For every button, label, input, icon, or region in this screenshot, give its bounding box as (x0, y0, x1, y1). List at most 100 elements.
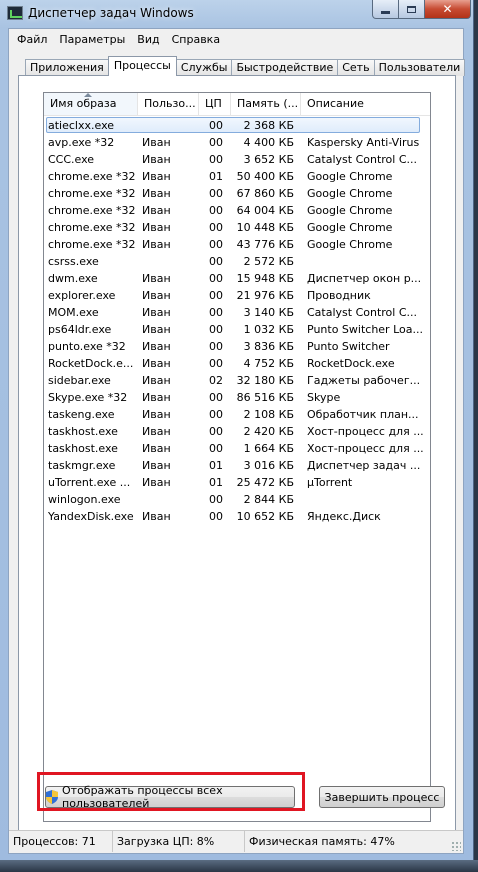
table-row[interactable]: chrome.exe *32 Иван 00 64 004 КБ Google Chro… (44, 202, 430, 219)
tab-processes[interactable]: Процессы (107, 56, 177, 76)
close-button[interactable]: ✕ (425, 0, 471, 19)
cell-mem: 32 180 КБ (236, 374, 294, 387)
table-row[interactable]: chrome.exe *32 Иван 00 43 776 КБ Google Chro… (44, 236, 430, 253)
end-process-button[interactable]: Завершить процесс (319, 786, 445, 808)
menu-file[interactable]: Файл (11, 31, 53, 48)
cell-user: Иван (142, 323, 171, 336)
cell-desc: Хост-процесс для ... (307, 425, 424, 438)
menu-help[interactable]: Справка (166, 31, 226, 48)
cell-desc: Google Chrome (307, 170, 393, 183)
table-row[interactable]: csrss.exe 00 2 572 КБ (44, 253, 430, 270)
tab-networking[interactable]: Сеть (337, 59, 375, 76)
column-description[interactable]: Описание (301, 93, 430, 115)
cell-name: chrome.exe *32 (48, 221, 136, 234)
cell-desc: Гаджеты рабочег... (307, 374, 421, 387)
minimize-button[interactable] (372, 0, 399, 19)
cell-name: csrss.exe (48, 255, 99, 268)
cell-cpu: 00 (209, 204, 223, 217)
cell-user: Иван (142, 187, 171, 200)
table-row[interactable]: punto.exe *32 Иван 00 3 836 КБ Punto Switche… (44, 338, 430, 355)
cell-desc (307, 491, 429, 508)
table-row[interactable]: avp.exe *32 Иван 00 4 400 КБ Kaspersky Anti-… (44, 134, 430, 151)
cell-desc: Яндекс.Диск (307, 510, 381, 523)
cell-name: dwm.exe (48, 272, 98, 285)
processes-panel: Имя образа Пользо... ЦП Память (... Опис… (18, 75, 456, 833)
column-user-label: Пользо... (144, 97, 196, 110)
cell-desc: Skype (307, 391, 341, 404)
table-row[interactable]: chrome.exe *32 Иван 01 50 400 КБ Google Chro… (44, 168, 430, 185)
cell-mem: 3 016 КБ (243, 459, 294, 472)
menu-view[interactable]: Вид (131, 31, 165, 48)
table-row[interactable]: dwm.exe Иван 00 15 948 КБ Диспетчер окон р..… (44, 270, 430, 287)
cell-mem: 3 836 КБ (243, 340, 294, 353)
column-image-name-label: Имя образа (50, 97, 117, 110)
process-list[interactable]: Имя образа Пользо... ЦП Память (... Опис… (43, 92, 431, 822)
table-row[interactable]: atieclxx.exe 00 2 368 КБ (44, 117, 430, 134)
cell-cpu: 00 (209, 187, 223, 200)
cell-cpu: 00 (209, 340, 223, 353)
cell-desc: Диспетчер задач ... (307, 459, 421, 472)
cell-desc: Диспетчер окон р... (307, 272, 422, 285)
table-row[interactable]: CCC.exe Иван 00 3 652 КБ Catalyst Control C.… (44, 151, 430, 168)
cell-name: winlogon.exe (48, 493, 121, 506)
cell-user: Иван (142, 340, 171, 353)
cell-cpu: 00 (209, 238, 223, 251)
cell-name: explorer.exe (48, 289, 116, 302)
cell-cpu: 00 (209, 255, 223, 268)
column-cpu-label: ЦП (205, 97, 222, 110)
cell-desc: Google Chrome (307, 187, 393, 200)
table-row[interactable]: RocketDock.e... Иван 00 4 752 КБ RocketDock.… (44, 355, 430, 372)
table-row[interactable]: taskhost.exe Иван 00 2 420 КБ Хост-процесс д… (44, 423, 430, 440)
column-memory[interactable]: Память (... (231, 93, 301, 115)
table-row[interactable]: chrome.exe *32 Иван 00 10 448 КБ Google Chro… (44, 219, 430, 236)
title-bar[interactable]: Диспетчер задач Windows ✕ (0, 0, 473, 28)
table-row[interactable]: YandexDisk.exe Иван 00 10 652 КБ Яндекс.Диск (44, 508, 430, 525)
cell-cpu: 00 (209, 493, 223, 506)
cell-mem: 10 652 КБ (236, 510, 294, 523)
table-row[interactable]: explorer.exe Иван 00 21 976 КБ Проводник (44, 287, 430, 304)
resize-grip-icon[interactable] (451, 841, 461, 851)
cell-user: Иван (142, 476, 171, 489)
cell-name: ps64ldr.exe (48, 323, 112, 336)
caption-buttons: ✕ (372, 0, 471, 19)
tab-users[interactable]: Пользователи (373, 59, 466, 76)
table-row[interactable]: chrome.exe *32 Иван 00 67 860 КБ Google Chro… (44, 185, 430, 202)
cell-desc: Punto Switcher Loa... (307, 323, 423, 336)
table-row[interactable]: uTorrent.exe ... Иван 01 25 472 КБ µTorrent (44, 474, 430, 491)
task-manager-window: Диспетчер задач Windows ✕ Файл Параметры… (0, 0, 474, 860)
cell-cpu: 01 (209, 170, 223, 183)
tab-applications[interactable]: Приложения (25, 59, 109, 76)
cell-user: Иван (142, 425, 171, 438)
cell-user: Иван (142, 289, 171, 302)
table-row[interactable]: taskhost.exe Иван 00 1 664 КБ Хост-процесс д… (44, 440, 430, 457)
column-cpu[interactable]: ЦП (199, 93, 231, 115)
cell-mem: 67 860 КБ (236, 187, 294, 200)
table-row[interactable]: Skype.exe *32 Иван 00 86 516 КБ Skype (44, 389, 430, 406)
cell-mem: 1 032 КБ (243, 323, 294, 336)
cell-user: Иван (142, 272, 171, 285)
maximize-button[interactable] (399, 0, 425, 19)
cell-mem: 43 776 КБ (236, 238, 294, 251)
table-row[interactable]: sidebar.exe Иван 02 32 180 КБ Гаджеты рабоче… (44, 372, 430, 389)
cell-desc: Google Chrome (307, 238, 393, 251)
menu-options[interactable]: Параметры (53, 31, 131, 48)
cell-desc: µTorrent (307, 476, 353, 489)
table-row[interactable]: winlogon.exe 00 2 844 КБ (44, 491, 430, 508)
cell-user: Иван (142, 510, 171, 523)
cell-desc (307, 253, 429, 270)
table-row[interactable]: taskmgr.exe Иван 01 3 016 КБ Диспетчер задач… (44, 457, 430, 474)
cell-cpu: 00 (209, 323, 223, 336)
window-title: Диспетчер задач Windows (28, 6, 194, 20)
table-row[interactable]: ps64ldr.exe Иван 00 1 032 КБ Punto Switcher … (44, 321, 430, 338)
tab-performance[interactable]: Быстродействие (231, 59, 339, 76)
table-row[interactable]: MOM.exe Иван 00 3 140 КБ Catalyst Control C.… (44, 304, 430, 321)
list-header: Имя образа Пользо... ЦП Память (... Опис… (44, 93, 430, 116)
column-image-name[interactable]: Имя образа (44, 93, 138, 115)
table-row[interactable]: taskeng.exe Иван 00 2 108 КБ Обработчик план… (44, 406, 430, 423)
menu-bar: Файл Параметры Вид Справка (9, 29, 463, 49)
tab-services[interactable]: Службы (175, 59, 233, 76)
column-user[interactable]: Пользо... (138, 93, 199, 115)
cell-user: Иван (142, 238, 171, 251)
task-manager-icon (7, 6, 23, 20)
cell-cpu: 00 (209, 272, 223, 285)
